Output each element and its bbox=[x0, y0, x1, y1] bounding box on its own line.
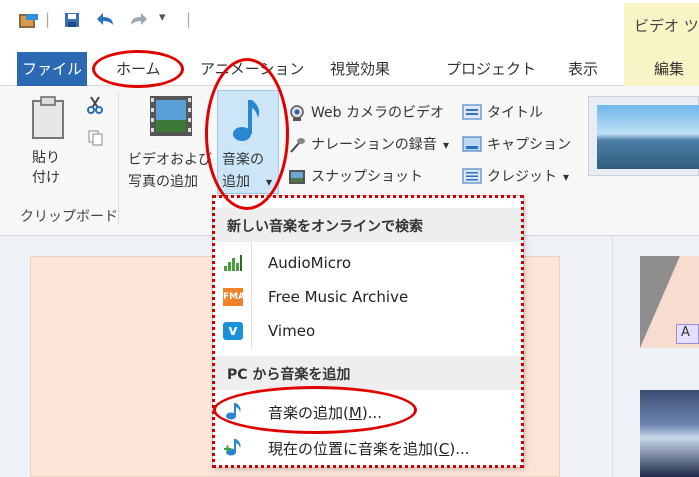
storyboard-divider bbox=[612, 236, 613, 477]
tab-view[interactable]: 表示 bbox=[568, 52, 598, 86]
music-note-icon[interactable] bbox=[232, 98, 262, 142]
movie-maker-window: | ▾ | ビデオ ツール ファイル ホーム アニメーション 視覚効果 プロジェ… bbox=[0, 0, 699, 477]
snapshot-label[interactable]: スナップショット bbox=[311, 167, 423, 187]
title-label[interactable]: タイトル bbox=[487, 103, 543, 123]
group-separator bbox=[118, 92, 119, 224]
fma-label: Free Music Archive bbox=[268, 288, 409, 306]
pc-music-header: PC から音楽を追加 bbox=[213, 356, 523, 390]
theme-image bbox=[597, 105, 699, 169]
ribbon-tabs: ファイル ホーム アニメーション 視覚効果 プロジェクト 表示 編集 bbox=[0, 48, 699, 86]
add-music-menu: 新しい音楽をオンラインで検索 AudioMicro FMA Free Music… bbox=[212, 195, 524, 468]
record-narration-dropdown-icon[interactable]: ▾ bbox=[443, 135, 449, 155]
video-tools-header: ビデオ ツール bbox=[624, 3, 699, 48]
add-music-dropdown-icon[interactable]: ▾ bbox=[266, 172, 272, 192]
cut-icon[interactable] bbox=[86, 96, 104, 114]
storyboard-clip-2[interactable] bbox=[640, 390, 699, 477]
snapshot-icon[interactable] bbox=[288, 168, 306, 186]
record-narration-label[interactable]: ナレーションの録音 bbox=[311, 135, 437, 155]
redo-icon[interactable] bbox=[128, 10, 150, 30]
tab-project[interactable]: プロジェクト bbox=[446, 52, 536, 86]
credits-label[interactable]: クレジット bbox=[487, 167, 557, 187]
online-music-header: 新しい音楽をオンラインで検索 bbox=[213, 208, 523, 242]
menu-item-add-music-at-current-point[interactable]: 現在の位置に音楽を追加(C)... bbox=[213, 430, 523, 464]
menu-item-free-music-archive[interactable]: FMA Free Music Archive bbox=[213, 280, 523, 314]
qat-customize-icon[interactable]: ▾ bbox=[159, 10, 166, 25]
music-note-icon bbox=[226, 403, 241, 420]
tab-file[interactable]: ファイル bbox=[17, 52, 87, 86]
paste-label-2: 付け bbox=[32, 170, 60, 186]
credits-dropdown-icon[interactable]: ▾ bbox=[563, 167, 569, 187]
contextual-tab-area: 編集 bbox=[624, 48, 699, 86]
vimeo-icon: v bbox=[223, 322, 243, 340]
caption-icon[interactable] bbox=[462, 136, 482, 152]
copy-icon[interactable] bbox=[88, 130, 104, 146]
add-music-here-label: 現在の位置に音楽を追加(C)... bbox=[268, 440, 470, 458]
menu-item-vimeo[interactable]: v Vimeo bbox=[213, 314, 523, 348]
paste-icon[interactable] bbox=[30, 96, 66, 140]
tab-animation[interactable]: アニメーション bbox=[200, 52, 304, 86]
qat-separator: | bbox=[45, 10, 51, 28]
title-bar: | ▾ | ビデオ ツール bbox=[0, 0, 699, 48]
clipboard-group-label: クリップボード bbox=[20, 209, 118, 225]
add-music-label-2[interactable]: 追加 bbox=[222, 172, 250, 192]
webcam-video-label[interactable]: Web カメラのビデオ bbox=[311, 103, 444, 123]
qat-separator: | bbox=[186, 10, 192, 28]
webcam-icon[interactable] bbox=[288, 104, 306, 122]
menu-item-audiomicro[interactable]: AudioMicro bbox=[213, 246, 523, 280]
add-music-label: 音楽の追加(M)... bbox=[268, 404, 382, 422]
add-videos-label-1[interactable]: ビデオおよび bbox=[128, 150, 212, 170]
add-videos-photos-icon[interactable] bbox=[148, 94, 194, 138]
tab-edit[interactable]: 編集 bbox=[654, 52, 684, 86]
caption-label[interactable]: キャプション bbox=[487, 135, 571, 155]
paste-label-1: 貼り bbox=[32, 150, 60, 166]
tab-visual-effects[interactable]: 視覚効果 bbox=[330, 52, 390, 86]
audiomicro-icon bbox=[224, 255, 242, 271]
undo-icon[interactable] bbox=[94, 10, 116, 30]
title-icon[interactable] bbox=[462, 104, 482, 120]
vimeo-label: Vimeo bbox=[268, 322, 316, 340]
add-videos-label-2[interactable]: 写真の追加 bbox=[128, 172, 198, 192]
audiomicro-label: AudioMicro bbox=[268, 254, 352, 272]
music-note-plus-icon bbox=[224, 439, 241, 456]
theme-thumbnail[interactable] bbox=[588, 96, 699, 176]
save-icon[interactable] bbox=[64, 12, 80, 28]
app-icon[interactable] bbox=[18, 11, 40, 31]
add-music-label-1[interactable]: 音楽の bbox=[222, 150, 264, 170]
menu-item-add-music[interactable]: 音楽の追加(M)... bbox=[213, 394, 523, 428]
caption-tag[interactable]: A bbox=[676, 324, 699, 344]
microphone-icon[interactable] bbox=[288, 136, 306, 154]
tab-home[interactable]: ホーム bbox=[116, 52, 161, 86]
fma-icon: FMA bbox=[223, 288, 245, 306]
credits-icon[interactable] bbox=[462, 168, 482, 184]
